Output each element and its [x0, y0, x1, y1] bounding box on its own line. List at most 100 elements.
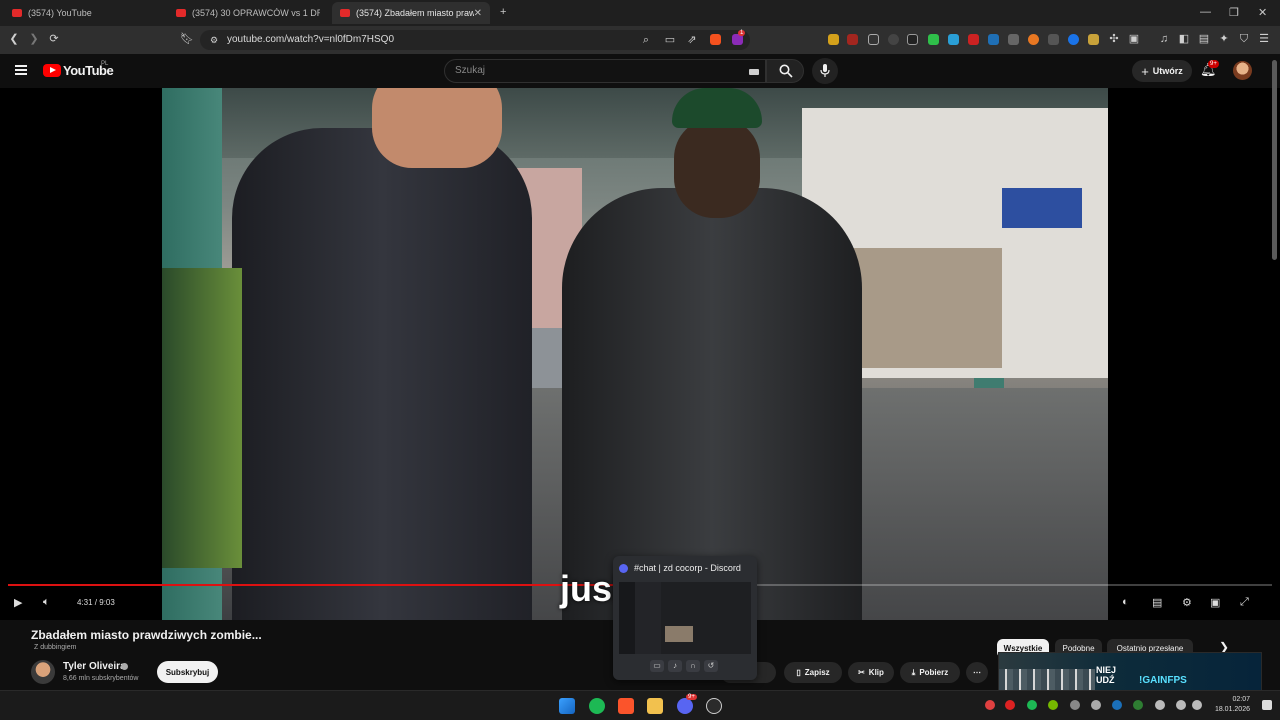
discord-window-thumbnail[interactable] [619, 582, 751, 654]
video-player[interactable]: ▶ 🔈︎ 4:31 / 9:03 jusl ◐ ▤ ⚙ ▣ ⤢ [0, 88, 1280, 620]
subscriber-count: 8,66 mln subskrybentów [63, 675, 139, 682]
download-button[interactable]: ⤓ Pobierz [900, 662, 960, 683]
video-frame[interactable] [162, 88, 1108, 620]
tray-app-2-icon[interactable] [1133, 700, 1143, 710]
start-windows-icon[interactable] [559, 698, 575, 714]
discord-taskbar-icon[interactable] [677, 698, 693, 714]
extension-6-icon[interactable] [928, 34, 939, 45]
deafen-headphones-icon[interactable]: ∩ [686, 660, 700, 672]
youtube-header: YouTube PL Szukaj + Utwórz 🔔︎ 9+ [0, 54, 1280, 88]
extension-4-icon[interactable] [888, 34, 899, 45]
subscribe-button[interactable]: Subskrybuj [157, 661, 218, 683]
extension-5-icon[interactable] [907, 34, 918, 45]
tray-mic2-icon[interactable] [1155, 700, 1165, 710]
fullscreen-icon[interactable]: ⤢ [1240, 596, 1249, 609]
tab-title: (3574) 30 OPRAWCÓW vs 1 DRIVEM [192, 8, 320, 18]
bookmark-icon[interactable]: 🔖︎ [180, 33, 194, 45]
extension-10-icon[interactable] [1008, 34, 1019, 45]
channel-avatar[interactable] [31, 660, 55, 684]
browser-tab-active[interactable]: (3574) Zbadałem miasto prawdz ✕ [332, 2, 490, 24]
extension-14-icon[interactable] [1088, 34, 1099, 45]
tray-app-1-icon[interactable] [985, 700, 995, 710]
back-icon[interactable]: ❮ [8, 33, 20, 45]
clip-button[interactable]: ✂ Klip [848, 662, 894, 683]
extension-13-icon[interactable] [1068, 34, 1079, 45]
create-button[interactable]: + Utwórz [1132, 60, 1192, 82]
tray-nvidia-icon[interactable] [1048, 700, 1058, 710]
brave-shields-icon[interactable] [710, 34, 721, 45]
sidebar-icon[interactable]: ◧ [1178, 33, 1190, 45]
autoplay-toggle-icon[interactable]: ◐ [1122, 596, 1129, 608]
network-icon[interactable] [1176, 700, 1186, 710]
extension-9-icon[interactable] [988, 34, 999, 45]
screenshot-icon[interactable]: ▣ [1128, 33, 1140, 45]
minimize-icon[interactable]: — [1200, 6, 1211, 18]
tray-chevron-icon[interactable] [1070, 700, 1080, 710]
system-clock[interactable]: 02:07 18.01.2026 [1215, 695, 1250, 715]
forward-icon[interactable]: ❯ [28, 33, 40, 45]
discord-preview-title: #chat | zd cocorp - Discord [634, 563, 741, 573]
extension-1-icon[interactable] [828, 34, 839, 45]
notifications-center-icon[interactable] [1262, 700, 1272, 710]
account-avatar[interactable] [1233, 61, 1252, 80]
close-tab-icon[interactable]: ✕ [474, 8, 482, 19]
youtube-logo-icon[interactable] [43, 64, 61, 77]
extension-7-icon[interactable] [948, 34, 959, 45]
extensions-puzzle-icon[interactable]: ✣ [1108, 33, 1120, 45]
tray-usb-icon[interactable] [1091, 700, 1101, 710]
extension-8-icon[interactable] [968, 34, 979, 45]
page-scrollbar[interactable] [1272, 60, 1277, 260]
speaker-icon[interactable] [1192, 700, 1202, 710]
more-icon: ⋯ [973, 668, 981, 677]
spotify-icon[interactable] [589, 698, 605, 714]
tab-title: (3574) Zbadałem miasto prawdz [355, 8, 474, 18]
cast-icon[interactable]: ▭ [664, 34, 676, 46]
verified-badge-icon [121, 663, 128, 670]
extension-2-icon[interactable] [847, 34, 858, 45]
mute-mic-icon[interactable]: ♪ [668, 660, 682, 672]
tray-steam-icon[interactable] [1112, 700, 1122, 710]
subtitles-icon[interactable]: ▤ [1152, 596, 1162, 609]
site-info-icon[interactable]: ⚙ [208, 34, 220, 46]
save-button[interactable]: ▯ Zapisz [784, 662, 842, 683]
brave-browser-icon[interactable] [618, 698, 634, 714]
browser-menu-icon[interactable]: ☰ [1258, 33, 1270, 45]
wallet-icon[interactable]: ▤ [1198, 33, 1210, 45]
tray-spotify-icon[interactable] [1027, 700, 1037, 710]
volume-icon[interactable]: 🔈︎ [43, 596, 50, 609]
extension-12-icon[interactable] [1048, 34, 1059, 45]
leo-ai-icon[interactable]: ✦ [1218, 33, 1230, 45]
tray-mic-icon[interactable] [1005, 700, 1015, 710]
search-button[interactable] [766, 59, 804, 83]
download-label: Pobierz [919, 668, 949, 677]
extension-3-icon[interactable] [868, 34, 879, 45]
file-explorer-icon[interactable] [647, 698, 663, 714]
guide-menu-icon[interactable] [15, 65, 27, 75]
browser-tab-video-2[interactable]: (3574) 30 OPRAWCÓW vs 1 DRIVEM [168, 2, 332, 24]
maximize-icon[interactable]: ❐ [1229, 6, 1239, 19]
keyboard-icon[interactable] [749, 69, 759, 75]
plus-icon: + [1141, 63, 1149, 79]
play-icon[interactable]: ▶ [14, 596, 22, 609]
media-control-icon[interactable]: ♫ [1158, 33, 1170, 45]
miniplayer-icon[interactable]: ▣ [1210, 596, 1220, 609]
address-bar[interactable]: ⚙ youtube.com/watch?v=nl0fDm7HSQ0 ⌕ ▭ ⇗ … [200, 30, 750, 50]
browser-tab-youtube-home[interactable]: (3574) YouTube [4, 2, 168, 24]
channel-name[interactable]: Tyler Oliveira [63, 661, 126, 672]
reload-icon[interactable]: ⟳ [48, 33, 60, 45]
vpn-shield-icon[interactable]: ⛉ [1238, 33, 1250, 45]
voice-search-button[interactable] [812, 58, 838, 84]
search-input[interactable]: Szukaj [444, 59, 766, 83]
close-window-icon[interactable]: ✕ [1258, 6, 1267, 19]
settings-gear-icon[interactable]: ⚙ [1182, 596, 1192, 609]
steam-like-icon[interactable] [706, 698, 722, 714]
search-icon [779, 64, 793, 78]
extension-11-icon[interactable] [1028, 34, 1039, 45]
zoom-icon[interactable]: ⌕ [640, 34, 652, 46]
discord-taskbar-preview[interactable]: #chat | zd cocorp - Discord ▭ ♪ ∩ ↺ [613, 556, 757, 680]
camera-icon[interactable]: ▭ [650, 660, 664, 672]
share-icon[interactable]: ⇗ [686, 34, 698, 46]
more-actions-button[interactable]: ⋯ [966, 662, 988, 683]
disconnect-icon[interactable]: ↺ [704, 660, 718, 672]
new-tab-icon[interactable]: + [500, 6, 506, 18]
